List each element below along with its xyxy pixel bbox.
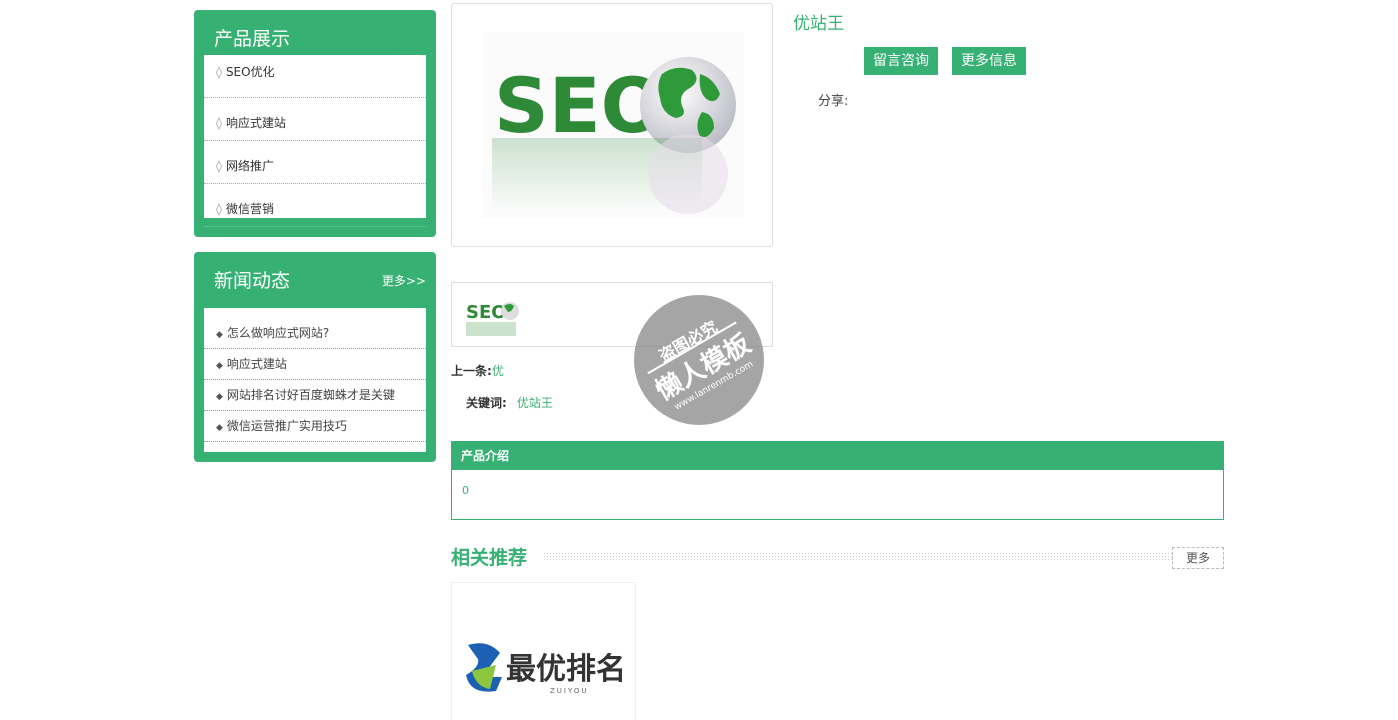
diamond-outline-icon: ◊	[216, 202, 222, 216]
keywords: 关键词: 优站王	[466, 394, 553, 411]
related-title: 相关推荐	[451, 547, 528, 569]
related-product-card[interactable]: 最优排名 ZUIYOU	[451, 582, 636, 720]
product-intro: 产品介绍 0	[451, 441, 1224, 520]
diamond-outline-icon: ◊	[216, 159, 222, 173]
diamond-bullet-icon: ◆	[216, 330, 223, 340]
products-list: ◊ SEO优化 ◊ 响应式建站 ◊ 网络推广 ◊ 微信营销	[204, 55, 426, 227]
news-panel: 新闻动态 更多>> ◆ 怎么做响应式网站? ◆ 响应式建站 ◆ 网站排名讨好百度蜘蛛才…	[194, 252, 436, 462]
product-item[interactable]: ◊ 响应式建站	[204, 98, 426, 141]
product-name: 优站王	[793, 14, 844, 34]
news-item-label: 响应式建站	[226, 357, 287, 371]
news-item[interactable]: ◆ 怎么做响应式网站?	[204, 318, 426, 349]
seo-thumb-text: SEO	[466, 302, 507, 323]
prev-item: 上一条:优	[451, 362, 504, 379]
news-more-link[interactable]: 更多>>	[382, 272, 426, 289]
zuiyou-logo-sub: ZUIYOU	[550, 687, 589, 695]
diamond-bullet-icon: ◆	[216, 423, 223, 433]
news-panel-title: 新闻动态	[214, 270, 291, 292]
product-item[interactable]: ◊ 微信营销	[204, 184, 426, 227]
keywords-label: 关键词:	[466, 396, 507, 410]
news-item-label: 微信运营推广实用技巧	[226, 419, 347, 433]
products-panel-title: 产品展示	[214, 28, 291, 50]
share-label: 分享:	[818, 94, 849, 109]
news-item[interactable]: ◆ 网站排名讨好百度蜘蛛才是关键	[204, 380, 426, 411]
product-item-label: 响应式建站	[225, 116, 286, 130]
diamond-bullet-icon: ◆	[216, 361, 223, 371]
diamond-outline-icon: ◊	[216, 65, 222, 79]
news-item-label: 怎么做响应式网站?	[226, 326, 330, 340]
product-item[interactable]: ◊ SEO优化	[204, 55, 426, 98]
consult-button[interactable]: 留言咨询	[864, 47, 938, 75]
related-more-button[interactable]: 更多	[1172, 547, 1224, 569]
news-item[interactable]: ◆ 微信运营推广实用技巧	[204, 411, 426, 442]
products-panel: 产品展示 ◊ SEO优化 ◊ 响应式建站 ◊ 网络推广 ◊ 微信营销	[194, 10, 436, 237]
news-item[interactable]: ◆ 响应式建站	[204, 349, 426, 380]
seo-thumbnail[interactable]: SEO	[464, 286, 534, 346]
product-intro-title: 产品介绍	[452, 442, 1223, 470]
prev-link[interactable]: 优	[492, 364, 504, 378]
product-intro-body: 0	[462, 484, 469, 497]
product-item-label: SEO优化	[225, 65, 275, 79]
diamond-bullet-icon: ◆	[216, 392, 223, 402]
diamond-outline-icon: ◊	[216, 116, 222, 130]
zuiyou-logo-text: 最优排名	[506, 652, 626, 687]
news-list: ◆ 怎么做响应式网站? ◆ 响应式建站 ◆ 网站排名讨好百度蜘蛛才是关键 ◆ 微信运营推…	[204, 308, 426, 452]
product-item-label: 微信营销	[225, 202, 274, 216]
more-info-button[interactable]: 更多信息	[952, 47, 1026, 75]
zuiyou-logo-image: 最优排名 ZUIYOU	[466, 643, 626, 695]
seo-image-text: SEO	[494, 61, 665, 150]
product-main-image[interactable]: SEO	[451, 3, 773, 247]
watermark-badge: 盗图必究 懒人模板 www.lanrenmb.com	[634, 295, 764, 425]
product-item[interactable]: ◊ 网络推广	[204, 141, 426, 184]
product-item-label: 网络推广	[225, 159, 274, 173]
related-divider	[543, 552, 1172, 561]
keyword-link[interactable]: 优站王	[517, 396, 553, 410]
prev-label: 上一条:	[451, 364, 492, 378]
seo-globe-image: SEO	[482, 32, 744, 218]
news-item-label: 网站排名讨好百度蜘蛛才是关键	[226, 388, 395, 402]
